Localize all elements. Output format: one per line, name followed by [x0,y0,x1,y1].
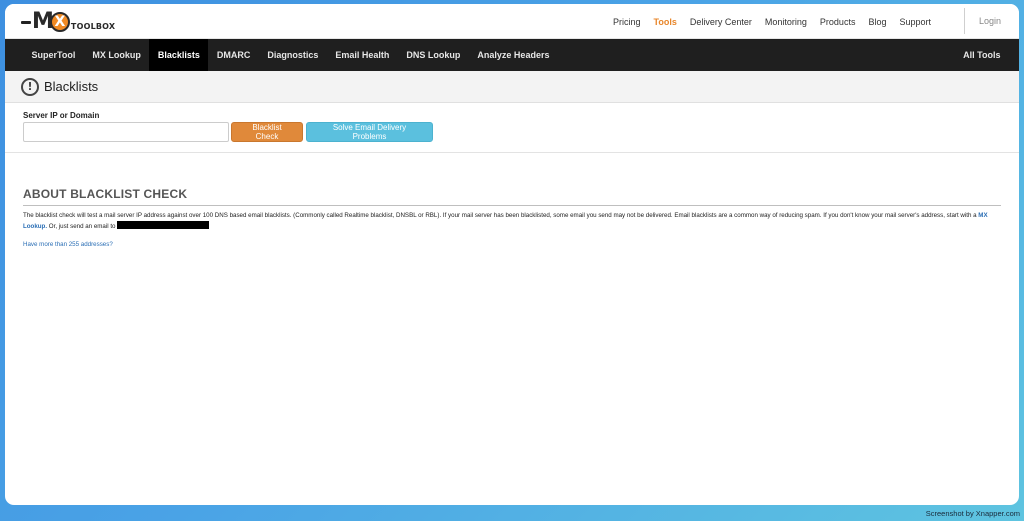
server-ip-input[interactable] [23,122,229,142]
nav-diagnostics[interactable]: Diagnostics [259,39,327,71]
topnav-pricing[interactable]: Pricing [613,17,641,27]
topnav-tools[interactable]: Tools [654,17,677,27]
topnav-products[interactable]: Products [820,17,856,27]
mxtoolbox-logo[interactable]: M X TOOLBOX [21,10,115,34]
page-title-bar: ! Blacklists [5,71,1019,103]
solve-delivery-button[interactable]: Solve Email Delivery Problems [306,122,433,142]
topnav-support[interactable]: Support [899,17,931,27]
topnav-delivery-center[interactable]: Delivery Center [690,17,752,27]
page-title: Blacklists [44,79,99,94]
about-text-part-2: Or, just send an email to [47,222,118,230]
screenshot-watermark: Screenshot by Xnapper.com [925,509,1020,518]
nav-analyze-headers[interactable]: Analyze Headers [469,39,558,71]
topnav-blog[interactable]: Blog [868,17,886,27]
nav-supertool[interactable]: SuperTool [23,39,84,71]
topnav-monitoring[interactable]: Monitoring [765,17,807,27]
about-heading: ABOUT BLACKLIST CHECK [23,187,1001,206]
logo-x-badge: X [49,12,70,32]
more-addresses-link[interactable]: Have more than 255 addresses? [23,241,113,248]
logo-wordmark: TOOLBOX [70,21,116,31]
blacklist-check-button[interactable]: Blacklist Check [231,122,303,142]
nav-email-health[interactable]: Email Health [327,39,398,71]
nav-dns-lookup[interactable]: DNS Lookup [398,39,469,71]
top-header: M X TOOLBOX Pricing Tools Delivery Cente… [5,4,1019,39]
browser-page: M X TOOLBOX Pricing Tools Delivery Cente… [5,4,1019,505]
redacted-email [117,220,210,229]
about-section: ABOUT BLACKLIST CHECK The blacklist chec… [5,187,1019,251]
form-fields: Blacklist Check Solve Email Delivery Pro… [23,122,1001,142]
main-nav: SuperTool MX Lookup Blacklists DMARC Dia… [5,39,1019,71]
header-divider [964,8,965,34]
nav-all-tools[interactable]: All Tools [955,39,1009,71]
login-link[interactable]: Login [979,4,1001,39]
about-text-part-1: The blacklist check will test a mail ser… [23,212,979,219]
top-nav: Pricing Tools Delivery Center Monitoring… [600,4,931,39]
nav-dmarc[interactable]: DMARC [208,39,259,71]
server-ip-label: Server IP or Domain [23,111,100,120]
about-description: The blacklist check will test a mail ser… [23,211,1001,231]
lookup-form: Server IP or Domain Blacklist Check Solv… [5,103,1019,153]
exclamation-circle-icon: ! [21,77,39,96]
nav-blacklists[interactable]: Blacklists [149,39,209,71]
nav-mx-lookup[interactable]: MX Lookup [84,39,150,71]
logo-handle-icon [21,20,31,24]
